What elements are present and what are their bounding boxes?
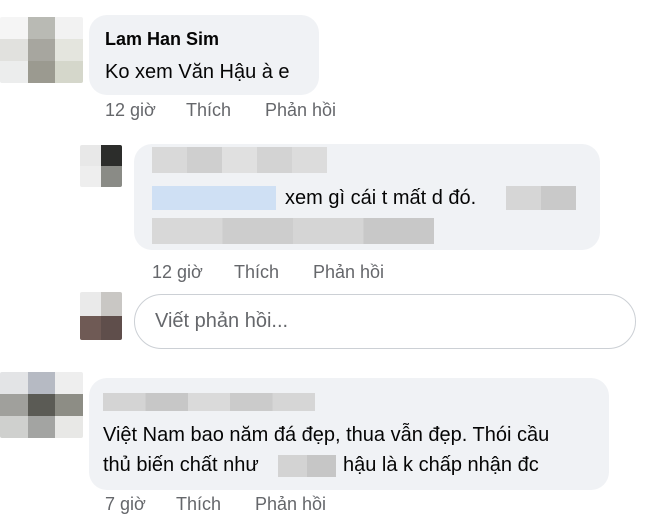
reply-input[interactable] [153,309,617,334]
comment-timestamp[interactable]: 7 giờ [105,494,146,515]
comment-timestamp[interactable]: 12 giờ [152,262,203,283]
avatar[interactable] [0,372,83,438]
avatar [80,292,122,340]
comment-text: Ko xem Văn Hậu à e [105,61,290,83]
reply-button[interactable]: Phản hồi [265,100,336,121]
comment-text-line: hậu là k chấp nhận đc [343,454,539,476]
blurred-author-name [152,147,327,173]
like-button[interactable]: Thích [186,100,231,121]
comment-text-line: Việt Nam bao năm đá đẹp, thua vẫn đẹp. T… [103,424,550,446]
avatar[interactable] [0,17,83,83]
blurred-author-name [103,393,315,411]
blurred-mention [152,186,276,210]
reply-input-box[interactable] [134,294,636,349]
avatar[interactable] [80,145,122,187]
reply-button[interactable]: Phản hồi [255,494,326,515]
comment-text: xem gì cái t mất d đó. [285,187,477,209]
like-button[interactable]: Thích [234,262,279,283]
blurred-text [152,218,434,244]
comment-author[interactable]: Lam Han Sim [105,29,219,50]
comment-text-line: thủ biến chất như [103,454,259,476]
blurred-text [278,455,336,477]
blurred-text [506,186,576,210]
like-button[interactable]: Thích [176,494,221,515]
comment-timestamp[interactable]: 12 giờ [105,100,156,121]
reply-button[interactable]: Phản hồi [313,262,384,283]
